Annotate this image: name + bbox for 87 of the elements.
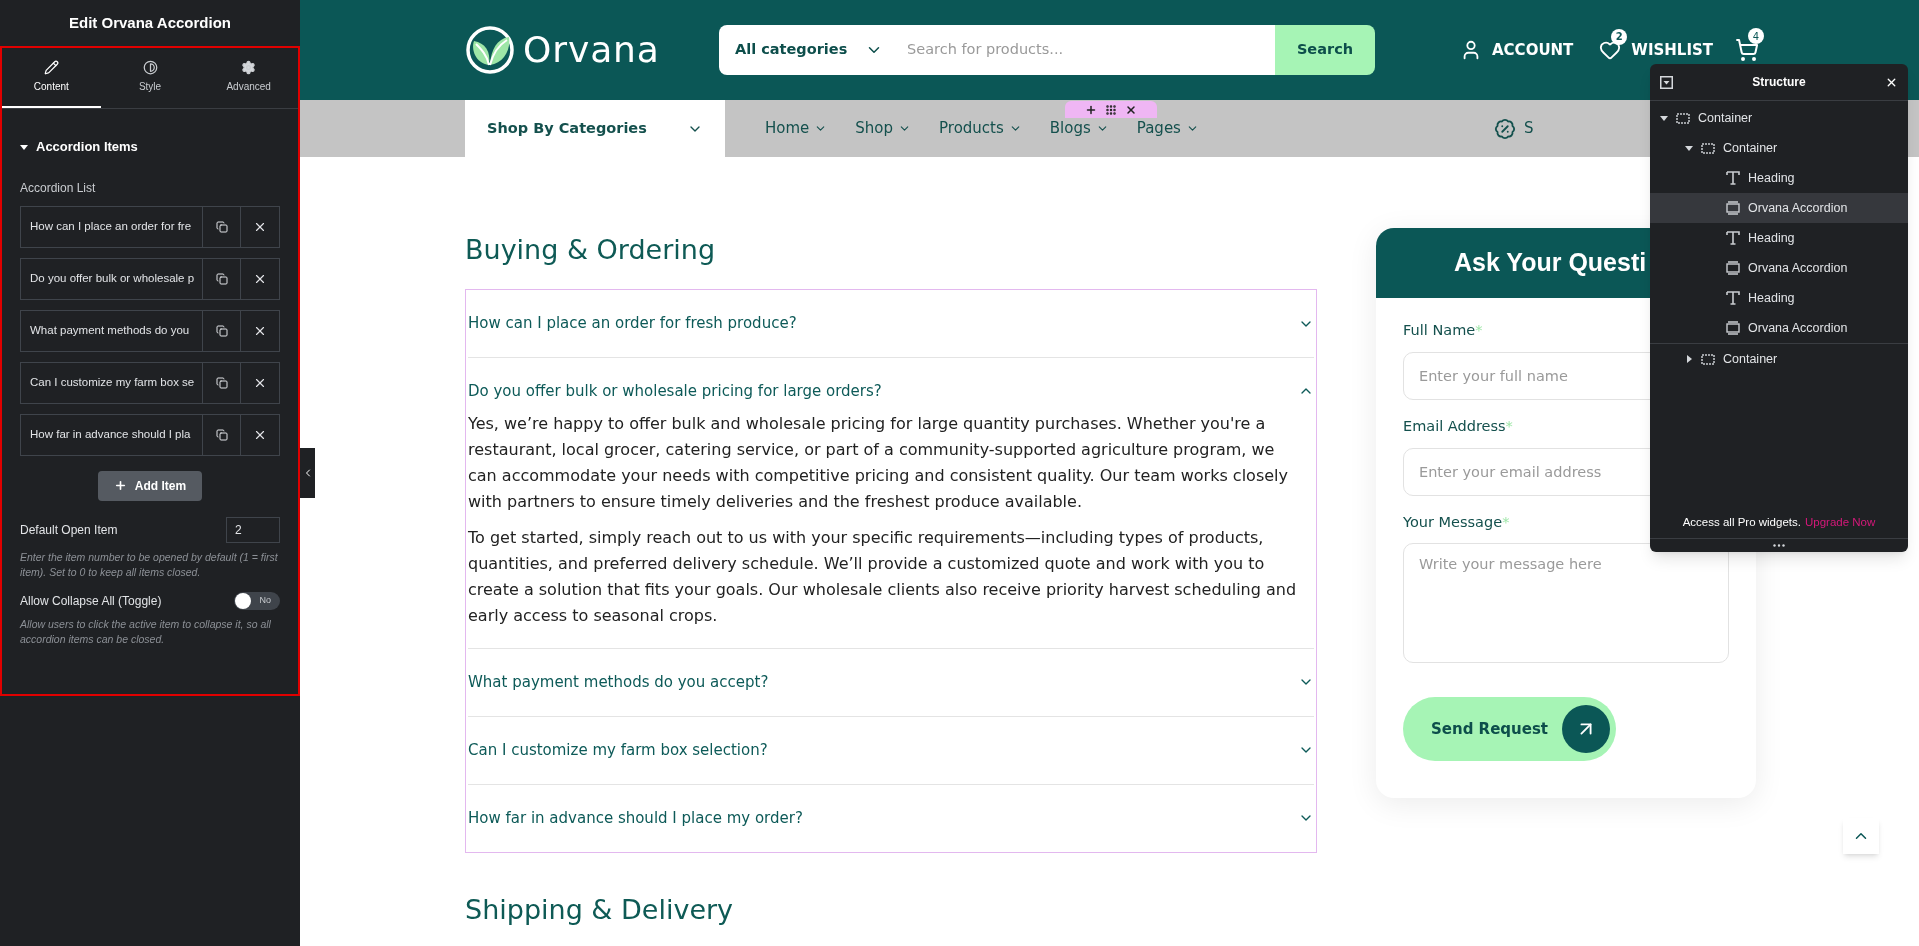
caret-icon[interactable] bbox=[1685, 355, 1693, 363]
panel-tab[interactable]: Style bbox=[100, 48, 200, 108]
settings-icon bbox=[241, 60, 257, 75]
tree-item-label: Orvana Accordion bbox=[1748, 319, 1848, 337]
field-label: Email Address* bbox=[1403, 416, 1513, 436]
plus-icon bbox=[113, 479, 127, 492]
caret-icon[interactable] bbox=[1660, 114, 1668, 122]
accordion-header[interactable]: Do you offer bulk or wholesale pricing for large orders? bbox=[468, 358, 1314, 411]
categories-button[interactable]: Shop By Categories bbox=[465, 100, 725, 157]
field-label: Allow Collapse All (Toggle) bbox=[20, 592, 162, 610]
toggle-switch[interactable]: No bbox=[234, 591, 280, 610]
pencil-icon bbox=[43, 60, 59, 75]
caret-icon[interactable] bbox=[1685, 144, 1693, 152]
more-icon[interactable] bbox=[1773, 544, 1785, 547]
account-link[interactable]: ACCOUNT bbox=[1460, 38, 1574, 62]
accordion-header[interactable]: What payment methods do you accept? bbox=[468, 648, 1314, 716]
tree-item-label: Heading bbox=[1748, 289, 1795, 307]
tree-item[interactable]: Orvana Accordion bbox=[1650, 253, 1908, 283]
accordion-header[interactable]: Can I customize my farm box selection? bbox=[468, 716, 1314, 784]
dock-icon[interactable] bbox=[1660, 75, 1673, 89]
field-label: Your Message* bbox=[1403, 512, 1510, 532]
accordion-icon bbox=[1726, 201, 1740, 215]
wishlist-link[interactable]: 2 WISHLIST bbox=[1599, 28, 1713, 62]
tree-item[interactable]: Container bbox=[1650, 133, 1908, 163]
nav-link[interactable]: Pages bbox=[1136, 117, 1199, 140]
heading-icon bbox=[1726, 291, 1740, 305]
container-icon bbox=[1676, 112, 1690, 124]
heading-icon bbox=[1726, 171, 1740, 185]
list-label: Accordion List bbox=[20, 179, 97, 197]
tree-item-label: Container bbox=[1723, 139, 1778, 157]
field-label: Default Open Item bbox=[20, 521, 118, 539]
discount-badge-icon bbox=[1493, 117, 1516, 140]
tree-item[interactable]: Heading bbox=[1650, 283, 1908, 313]
tree-item-label: Orvana Accordion bbox=[1748, 199, 1848, 217]
panel-tab[interactable]: Content bbox=[2, 48, 101, 108]
number-field[interactable]: 2 bbox=[226, 516, 280, 543]
message-field[interactable]: Write your message here bbox=[1403, 543, 1729, 664]
accordion-header[interactable]: How far in advance should I place my order? bbox=[468, 784, 1314, 852]
promo-text: Access all Pro widgets. bbox=[1682, 515, 1801, 531]
count-badge: 2 bbox=[1611, 28, 1628, 45]
container-icon bbox=[1701, 142, 1715, 154]
tree-item[interactable]: Orvana Accordion bbox=[1650, 193, 1908, 223]
close-icon[interactable] bbox=[1125, 103, 1137, 116]
container-icon bbox=[1701, 353, 1715, 365]
nav-link[interactable]: S bbox=[1523, 117, 1534, 140]
count-badge: 4 bbox=[1748, 28, 1764, 44]
tree-item[interactable]: Orvana Accordion bbox=[1650, 313, 1908, 343]
nav-link[interactable]: Home bbox=[765, 117, 828, 140]
heading-icon bbox=[1726, 231, 1740, 245]
section-toggle[interactable]: Accordion Items bbox=[20, 137, 280, 157]
site-logo[interactable]: Orvana bbox=[523, 23, 660, 77]
tree-item-label: Orvana Accordion bbox=[1748, 259, 1848, 277]
tree-item-label: Heading bbox=[1748, 229, 1795, 247]
answer-paragraph: To get started, simply reach out to us with your specific requirements—including types of products, quantities, and preferred delivery schedule. We’ll provide a customized quote and work with you to create a solution that fits your goals. Our wholesale clients also receive priority harvest scheduling and early access to seasonal crops. bbox=[468, 526, 1298, 627]
panel-tab[interactable]: Advanced bbox=[199, 48, 298, 108]
plus-icon[interactable] bbox=[1085, 103, 1097, 116]
field-label: Full Name* bbox=[1403, 321, 1483, 340]
drag-handle-icon[interactable] bbox=[1105, 103, 1117, 116]
send-request-button[interactable]: Send Request bbox=[1403, 697, 1617, 762]
caret-icon bbox=[20, 142, 28, 151]
answer-paragraph: Yes, we’re happy to offer bulk and wholesale pricing for large quantity purchases. Whether you're a restaurant, local grocer, catering service, or part of a community-supported agriculture program, we can accommodate your needs with competitive pricing and consistent quality. Our team works closely with partners to ensure timely deliveries and the freshest produce available. bbox=[468, 412, 1289, 513]
nav-link[interactable]: Blogs bbox=[1049, 117, 1109, 140]
search-field[interactable]: Search for products... bbox=[899, 25, 1275, 75]
tree-item[interactable]: Container bbox=[1650, 103, 1908, 133]
heart-icon bbox=[1599, 39, 1622, 61]
accordion-icon bbox=[1726, 261, 1740, 275]
help-text: Enter the item number to be opened by default (1 = first item). Set to 0 to keep all items closed. bbox=[20, 549, 279, 580]
collapse-panel-handle[interactable] bbox=[300, 448, 315, 498]
nav-link[interactable]: Shop bbox=[855, 117, 912, 140]
category-select[interactable]: All categories bbox=[719, 25, 899, 75]
tree-item[interactable]: Heading bbox=[1650, 163, 1908, 193]
accordion-icon bbox=[1726, 321, 1740, 335]
nav-link[interactable]: Products bbox=[939, 117, 1022, 140]
panel-title: Edit Orvana Accordion bbox=[69, 12, 231, 33]
contrast-icon bbox=[142, 60, 158, 75]
section-heading: Shipping & Delivery bbox=[465, 892, 735, 927]
form-title: Ask Your Questi bbox=[1454, 247, 1647, 279]
search-button[interactable]: Search bbox=[1275, 25, 1375, 75]
panel-title: Structure bbox=[1752, 74, 1806, 91]
accordion-header[interactable]: How can I place an order for fresh produce? bbox=[468, 290, 1314, 357]
tree-item-label: Heading bbox=[1748, 169, 1795, 187]
tree-item[interactable]: Heading bbox=[1650, 223, 1908, 253]
help-text: Allow users to click the active item to collapse it, so all accordion items can be closed. bbox=[20, 616, 272, 647]
leaf-logo-icon bbox=[465, 25, 515, 75]
tree-item-label: Container bbox=[1698, 109, 1753, 127]
section-heading: Buying & Ordering bbox=[465, 233, 717, 267]
add-item-button[interactable]: Add Item bbox=[97, 470, 203, 501]
